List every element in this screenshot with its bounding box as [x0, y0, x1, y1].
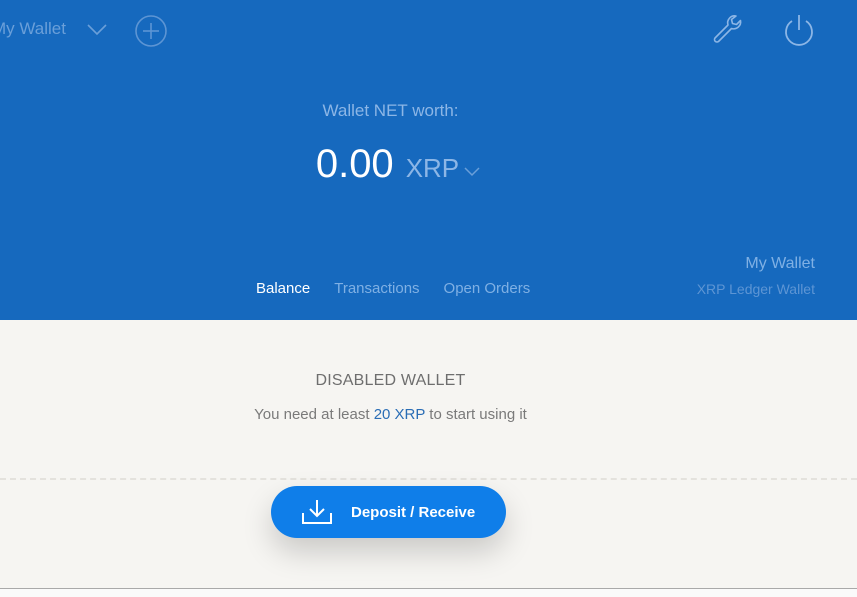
power-icon[interactable] [781, 12, 817, 48]
disabled-wallet-title: DISABLED WALLET [315, 372, 466, 389]
tab-transactions[interactable]: Transactions [334, 280, 419, 297]
disabled-wallet-message: You need at least 20 XRP to start using … [0, 406, 781, 423]
message-suffix: to start using it [425, 406, 527, 423]
net-worth-label: Wallet NET worth: [322, 101, 459, 120]
tab-open-orders[interactable]: Open Orders [444, 280, 531, 297]
minimum-reserve: 20 XRP [373, 406, 426, 423]
currency-chevron-down-icon[interactable] [463, 165, 481, 177]
download-icon [302, 500, 332, 524]
wallet-tabs: Balance Transactions Open Orders [256, 280, 530, 297]
wrench-icon[interactable] [710, 12, 744, 46]
wallet-type: XRP Ledger Wallet [696, 281, 815, 297]
wallet-switcher-label: My Wallet [0, 19, 66, 38]
wallet-info: My Wallet XRP Ledger Wallet [697, 255, 815, 297]
divider [0, 478, 857, 480]
message-prefix: You need at least [254, 406, 374, 423]
wallet-switcher[interactable]: My Wallet [0, 18, 108, 40]
tab-balance[interactable]: Balance [256, 280, 310, 297]
wallet-name: My Wallet [745, 255, 815, 272]
chevron-down-icon [87, 24, 107, 36]
deposit-receive-label: Deposit / Receive [351, 503, 476, 521]
plus-circle-icon[interactable] [134, 14, 168, 48]
net-worth-value: 0.00 XRP [0, 142, 797, 187]
wallet-header: My Wallet Wallet NET worth: 0.00 XRP Bal… [0, 0, 857, 320]
currency-selector[interactable]: XRP [406, 153, 459, 184]
net-worth-amount: 0.00 [315, 142, 394, 186]
deposit-receive-button[interactable]: Deposit / Receive [271, 486, 506, 538]
